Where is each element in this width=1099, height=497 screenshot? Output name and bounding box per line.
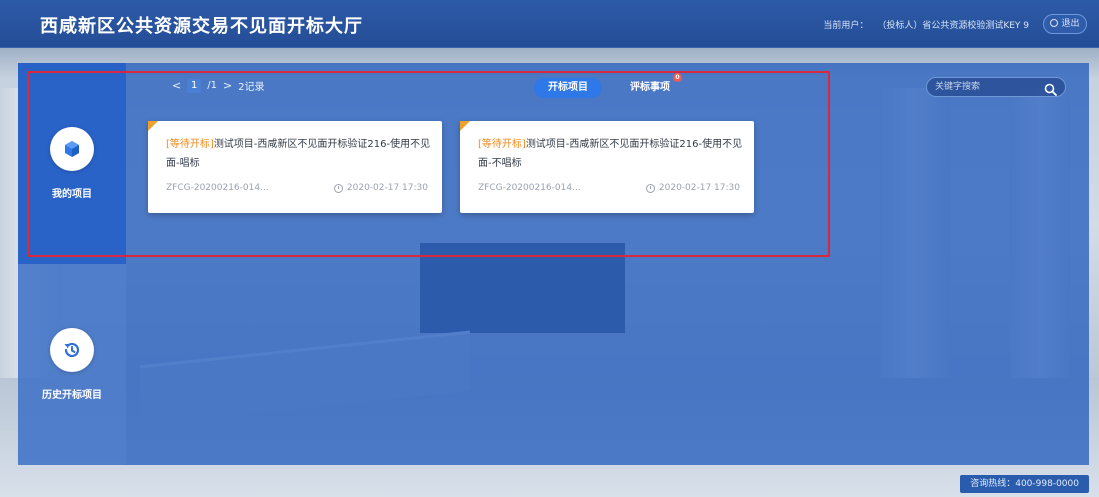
user-label: 当前用户： <box>823 21 869 31</box>
clock-icon <box>333 183 343 193</box>
search-icon[interactable] <box>1044 81 1057 100</box>
project-tabs: 开标项目 评标事项 0 <box>534 73 684 98</box>
logout-button[interactable]: 退出 <box>1043 14 1087 34</box>
tab-bid-opening-projects[interactable]: 开标项目 <box>534 78 602 98</box>
card-status: [等待开标] <box>478 139 526 150</box>
pagination: < 1 /1 > 2记录 <box>172 78 265 93</box>
card-project-code: ZFCG-20200216-014... <box>478 183 581 193</box>
current-user: 当前用户： （投标人）省公共资源校验测试KEY 9 <box>817 18 1029 31</box>
card-corner-marker <box>460 121 470 131</box>
project-card[interactable]: [等待开标]测试项目-西咸新区不见面开标验证216-使用不见面-不唱标 ZFCG… <box>460 121 754 213</box>
user-value: （投标人）省公共资源校验测试KEY 9 <box>877 21 1029 31</box>
card-status: [等待开标] <box>166 139 214 150</box>
hotline-badge: 咨询热线：400-998-0000 <box>960 475 1089 493</box>
next-page-button[interactable]: > <box>223 79 232 92</box>
notification-badge: 0 <box>673 73 682 82</box>
prev-page-button[interactable]: < <box>172 79 181 92</box>
card-project-code: ZFCG-20200216-014... <box>166 183 269 193</box>
total-pages: /1 <box>207 80 217 91</box>
top-bar: 西咸新区公共资源交易不见面开标大厅 当前用户： （投标人）省公共资源校验测试KE… <box>0 0 1099 48</box>
search-input[interactable] <box>935 80 1035 94</box>
current-page[interactable]: 1 <box>187 78 202 93</box>
sidebar: 我的项目 历史开标项目 <box>18 63 126 465</box>
tab-evaluation-items[interactable]: 评标事项 0 <box>616 73 684 98</box>
card-time: 2020-02-17 17:30 <box>333 183 428 193</box>
cube-icon <box>50 127 94 171</box>
sidebar-item-my-projects[interactable]: 我的项目 <box>18 63 126 264</box>
sidebar-item-label: 历史开标项目 <box>42 390 102 401</box>
history-icon <box>50 328 94 372</box>
card-title-block: [等待开标]测试项目-西咸新区不见面开标验证216-使用不见面-唱标 <box>166 135 431 173</box>
card-title-block: [等待开标]测试项目-西咸新区不见面开标验证216-使用不见面-不唱标 <box>478 135 743 173</box>
sidebar-item-label: 我的项目 <box>52 189 92 200</box>
card-time: 2020-02-17 17:30 <box>645 183 740 193</box>
clock-icon <box>645 183 655 193</box>
tab-label: 评标事项 <box>630 82 670 93</box>
sidebar-item-history-projects[interactable]: 历史开标项目 <box>18 264 126 465</box>
record-count: 2记录 <box>238 82 265 93</box>
power-icon <box>1050 19 1059 27</box>
tab-label: 开标项目 <box>548 82 588 93</box>
app-title: 西咸新区公共资源交易不见面开标大厅 <box>40 16 363 37</box>
search-box <box>926 77 1066 97</box>
card-corner-marker <box>148 121 158 131</box>
project-card[interactable]: [等待开标]测试项目-西咸新区不见面开标验证216-使用不见面-唱标 ZFCG-… <box>148 121 442 213</box>
card-time-value: 2020-02-17 17:30 <box>346 183 428 193</box>
logout-label: 退出 <box>1061 19 1080 29</box>
card-time-value: 2020-02-17 17:30 <box>658 183 740 193</box>
